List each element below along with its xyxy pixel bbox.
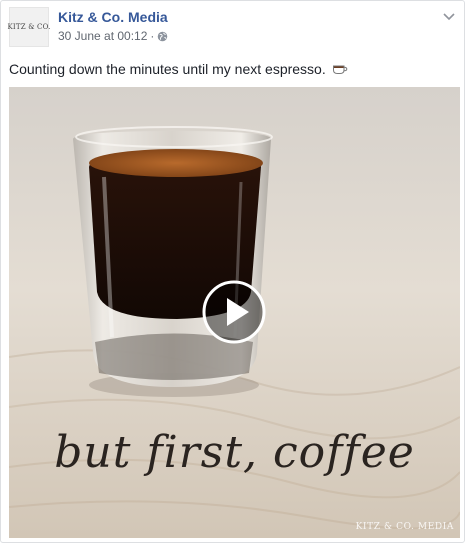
video-caption: but first, coffee xyxy=(54,427,415,478)
post-meta: 30 June at 00:12 · xyxy=(58,29,168,43)
post-card: KITZ & CO. Kitz & Co. Media 30 June at 0… xyxy=(0,0,465,543)
globe-icon[interactable] xyxy=(157,31,168,42)
chevron-down-icon[interactable] xyxy=(442,9,456,21)
post-timestamp[interactable]: 30 June at 00:12 xyxy=(58,29,147,43)
post-text: Counting down the minutes until my next … xyxy=(9,61,326,77)
play-icon[interactable] xyxy=(202,280,266,344)
avatar[interactable]: KITZ & CO. xyxy=(7,7,51,47)
video-watermark: KITZ & CO. MEDIA xyxy=(355,522,454,532)
page-name-link[interactable]: Kitz & Co. Media xyxy=(58,9,168,25)
video-player[interactable]: but first, coffee KITZ & CO. MEDIA xyxy=(9,87,460,538)
meta-separator: · xyxy=(150,29,155,43)
coffee-cup-icon xyxy=(332,62,348,74)
avatar-logo-text: KITZ & CO. xyxy=(7,23,51,31)
post-message: Counting down the minutes until my next … xyxy=(9,61,348,77)
